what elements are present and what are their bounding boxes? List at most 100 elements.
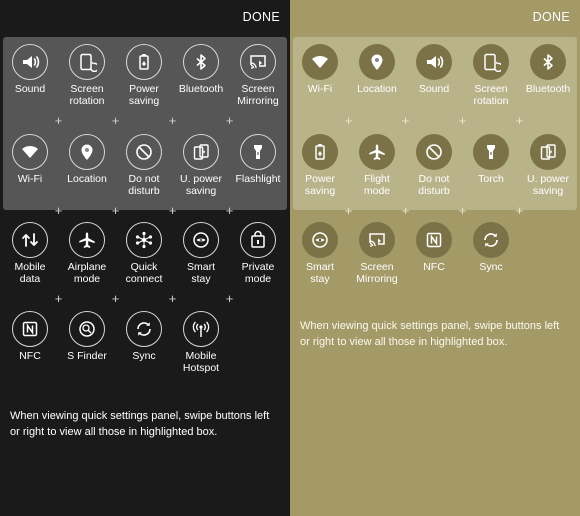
done-button[interactable]: DONE [243, 10, 280, 24]
tile-s-finder[interactable]: S Finder [57, 311, 117, 362]
plus-marker: + [168, 113, 177, 128]
speaker-icon[interactable] [12, 44, 48, 80]
tile-label: Private mode [241, 261, 275, 285]
tile-label: Power saving [128, 83, 160, 107]
bluetooth-icon[interactable] [183, 44, 219, 80]
screen-mirroring-icon[interactable] [240, 44, 276, 80]
plus-marker: + [401, 203, 410, 218]
wifi-icon[interactable] [302, 44, 338, 80]
tile-speaker[interactable]: Sound [0, 44, 60, 95]
plus-marker: + [458, 113, 467, 128]
location-icon[interactable] [359, 44, 395, 80]
tile-do-not-disturb[interactable]: Do not disturb [404, 134, 464, 197]
plus-marker: + [111, 113, 120, 128]
tile-flashlight[interactable]: Torch [461, 134, 521, 185]
tile-airplane[interactable]: Airplane mode [57, 222, 117, 285]
wifi-icon[interactable] [12, 134, 48, 170]
screen-mirroring-icon[interactable] [359, 222, 395, 258]
airplane-icon[interactable] [359, 134, 395, 170]
tile-label: S Finder [67, 350, 107, 362]
private-mode-icon[interactable] [240, 222, 276, 258]
tile-screen-mirroring[interactable]: Screen Mirroring [347, 222, 407, 285]
mobile-data-icon[interactable] [12, 222, 48, 258]
tile-nfc[interactable]: NFC [0, 311, 60, 362]
tile-power-saving[interactable]: Power saving [114, 44, 174, 107]
tile-power-saving[interactable]: Power saving [290, 134, 350, 197]
tile-label: Sound [14, 83, 46, 95]
tile-sync[interactable]: Sync [461, 222, 521, 273]
hint-text: When viewing quick settings panel, swipe… [10, 410, 270, 438]
plus-marker: + [225, 291, 234, 306]
tile-label: Wi-Fi [307, 83, 333, 95]
tile-label: Sound [418, 83, 450, 95]
tile-label: Screen rotation [473, 83, 509, 107]
tile-sync[interactable]: Sync [114, 311, 174, 362]
plus-marker: + [111, 291, 120, 306]
ultra-power-saving-icon[interactable] [183, 134, 219, 170]
tile-wifi[interactable]: Wi-Fi [0, 134, 60, 185]
tile-label: U. power saving [526, 173, 569, 197]
tile-label: Screen Mirroring [356, 261, 398, 285]
tile-quick-connect[interactable]: Quick connect [114, 222, 174, 285]
smart-stay-icon[interactable] [302, 222, 338, 258]
tile-speaker[interactable]: Sound [404, 44, 464, 95]
plus-marker: + [168, 291, 177, 306]
tile-wifi[interactable]: Wi-Fi [290, 44, 350, 95]
plus-marker: + [401, 113, 410, 128]
airplane-icon[interactable] [69, 222, 105, 258]
tile-ultra-power-saving[interactable]: U. power saving [171, 134, 231, 197]
do-not-disturb-icon[interactable] [416, 134, 452, 170]
flashlight-icon[interactable] [240, 134, 276, 170]
bluetooth-icon[interactable] [530, 44, 566, 80]
plus-marker: + [225, 113, 234, 128]
tile-ultra-power-saving[interactable]: U. power saving [518, 134, 578, 197]
nfc-icon[interactable] [12, 311, 48, 347]
tile-label: Bluetooth [178, 83, 224, 95]
power-saving-icon[interactable] [126, 44, 162, 80]
do-not-disturb-icon[interactable] [126, 134, 162, 170]
sync-icon[interactable] [126, 311, 162, 347]
tile-do-not-disturb[interactable]: Do not disturb [114, 134, 174, 197]
nfc-icon[interactable] [416, 222, 452, 258]
tile-bluetooth[interactable]: Bluetooth [171, 44, 231, 95]
tile-label: NFC [19, 350, 41, 362]
plus-marker: + [458, 203, 467, 218]
flashlight-icon[interactable] [473, 134, 509, 170]
tile-label: Sync [479, 261, 503, 273]
tile-smart-stay[interactable]: Smart stay [171, 222, 231, 285]
tile-mobile-hotspot[interactable]: Mobile Hotspot [171, 311, 231, 374]
tile-nfc[interactable]: NFC [404, 222, 464, 273]
tile-label: Sync [132, 350, 156, 362]
tile-label: Power saving [304, 173, 336, 197]
sync-icon[interactable] [473, 222, 509, 258]
quick-connect-icon[interactable] [126, 222, 162, 258]
tile-label: Flashlight [235, 173, 281, 185]
power-saving-icon[interactable] [302, 134, 338, 170]
tile-label: U. power saving [179, 173, 222, 197]
tile-flashlight[interactable]: Flashlight [228, 134, 288, 185]
screen-rotation-icon[interactable] [473, 44, 509, 80]
plus-marker: + [344, 203, 353, 218]
tile-airplane[interactable]: Flight mode [347, 134, 407, 197]
tile-screen-rotation[interactable]: Screen rotation [461, 44, 521, 107]
tile-mobile-data[interactable]: Mobile data [0, 222, 60, 285]
plus-marker: + [225, 203, 234, 218]
tile-location[interactable]: Location [57, 134, 117, 185]
screen-rotation-icon[interactable] [69, 44, 105, 80]
speaker-icon[interactable] [416, 44, 452, 80]
tile-smart-stay[interactable]: Smart stay [290, 222, 350, 285]
tile-screen-mirroring[interactable]: Screen Mirroring [228, 44, 288, 107]
tile-screen-rotation[interactable]: Screen rotation [57, 44, 117, 107]
s-finder-icon[interactable] [69, 311, 105, 347]
plus-marker: + [111, 203, 120, 218]
smart-stay-icon[interactable] [183, 222, 219, 258]
tile-private-mode[interactable]: Private mode [228, 222, 288, 285]
tile-location[interactable]: Location [347, 44, 407, 95]
tile-label: Do not disturb [418, 173, 450, 197]
tile-bluetooth[interactable]: Bluetooth [518, 44, 578, 95]
location-icon[interactable] [69, 134, 105, 170]
tile-label: Bluetooth [525, 83, 571, 95]
ultra-power-saving-icon[interactable] [530, 134, 566, 170]
mobile-hotspot-icon[interactable] [183, 311, 219, 347]
done-button[interactable]: DONE [533, 10, 570, 24]
